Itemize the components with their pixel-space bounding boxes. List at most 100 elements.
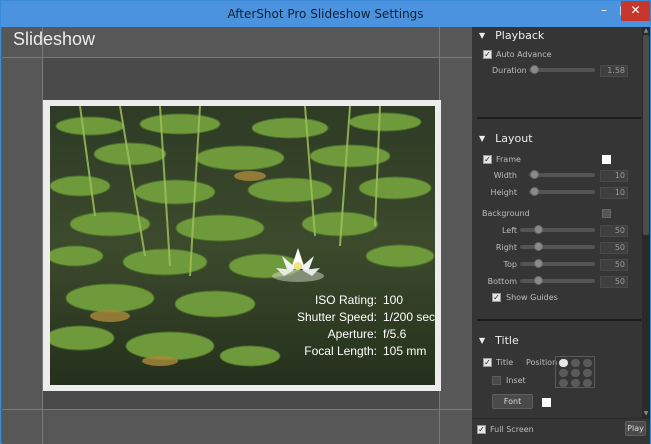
exif-label: Aperture: [327,327,377,341]
exif-label: ISO Rating: [314,293,377,307]
slide-photo: ISO Rating: 100 Shutter Speed: 1/200 sec… [50,106,435,385]
title-color-swatch[interactable] [542,398,551,407]
collapse-triangle-icon: ▼ [479,336,486,345]
left-margin-label: Left [501,226,517,235]
slideshow-settings-window: AfterShot Pro Slideshow Settings – □ ✕ S… [0,0,651,444]
preview-margin-left [2,27,42,444]
top-margin-field[interactable]: 50 [600,259,628,271]
duration-slider[interactable] [529,65,595,74]
height-label: Height [490,188,517,197]
checkmark-icon: ✓ [484,358,491,367]
panel-scrollbar[interactable]: ▲ ▼ [642,27,650,418]
bottom-margin-field[interactable]: 50 [600,276,628,288]
frame-height-field[interactable]: 10 [600,187,628,199]
position-top-left[interactable] [559,359,568,367]
slideshow-heading: Slideshow [13,29,96,49]
exif-overlay: ISO Rating: 100 Shutter Speed: 1/200 sec… [278,292,435,360]
bottom-margin-slider[interactable] [520,276,595,285]
checkmark-icon: ✓ [484,50,491,59]
checkmark-icon: ✓ [484,155,491,164]
show-guides-checkbox[interactable]: ✓ [492,293,501,302]
exif-value: 105 mm [383,344,427,358]
exif-focal-row: Focal Length: 105 mm [278,343,435,360]
frame-width-slider-handle[interactable] [530,170,539,179]
preview-margin-right [440,27,472,444]
auto-advance-label: Auto Advance [496,50,552,59]
exif-value: 1/200 sec [383,310,435,324]
position-middle-left[interactable] [559,369,568,377]
exif-aperture-row: Aperture: f/5.6 [278,326,435,343]
exif-value: f/5.6 [383,327,407,341]
section-divider [477,117,641,119]
exif-label: Focal Length: [304,344,377,358]
photo-frame: ISO Rating: 100 Shutter Speed: 1/200 sec… [43,100,441,391]
full-screen-checkbox[interactable]: ✓ [477,425,486,434]
duration-label: Duration [492,66,527,75]
title-header-label: Title [495,334,519,347]
collapse-triangle-icon: ▼ [479,31,486,40]
playback-header-label: Playback [495,29,545,42]
frame-checkbox[interactable]: ✓ [483,155,492,164]
title-checkbox[interactable]: ✓ [483,358,492,367]
playback-section-header[interactable]: ▼ Playback [479,29,544,42]
left-margin-field[interactable]: 50 [600,225,628,237]
guide-line-top [2,57,472,58]
frame-height-slider-handle[interactable] [530,187,539,196]
duration-value-field[interactable]: 1.58 [600,65,628,77]
scrollbar-thumb[interactable] [643,35,649,235]
collapse-triangle-icon: ▼ [479,134,486,143]
checkmark-icon: ✓ [493,293,500,302]
frame-width-field[interactable]: 10 [600,170,628,182]
scroll-up-arrow-icon[interactable]: ▲ [642,27,650,35]
bottom-margin-slider-handle[interactable] [534,276,543,285]
position-bottom-left[interactable] [559,379,568,387]
title-bar: AfterShot Pro Slideshow Settings – □ ✕ [1,1,650,27]
left-margin-slider-handle[interactable] [534,225,543,234]
layout-header-label: Layout [495,132,533,145]
title-label: Title [496,358,514,367]
scroll-down-arrow-icon[interactable]: ▼ [642,410,650,418]
frame-label: Frame [496,155,521,164]
background-color-swatch[interactable] [602,209,611,218]
window-title: AfterShot Pro Slideshow Settings [227,7,424,21]
background-label: Background [482,209,530,218]
font-button[interactable]: Font [492,394,533,409]
position-middle-right[interactable] [583,369,592,377]
right-margin-slider-handle[interactable] [534,242,543,251]
position-middle-center[interactable] [571,369,580,377]
right-margin-label: Right [495,243,517,252]
title-position-grid [555,356,595,388]
position-top-center[interactable] [571,359,580,367]
inset-label: Inset [506,376,526,385]
layout-section-header[interactable]: ▼ Layout [479,132,533,145]
duration-slider-handle[interactable] [530,65,539,74]
exif-value: 100 [383,293,404,307]
width-label: Width [493,171,517,180]
frame-height-slider[interactable] [529,187,595,196]
checkmark-icon: ✓ [478,425,485,434]
exif-shutter-row: Shutter Speed: 1/200 sec [278,309,435,326]
exif-iso-row: ISO Rating: 100 [278,292,435,309]
top-margin-slider[interactable] [520,259,595,268]
position-top-right[interactable] [583,359,592,367]
right-margin-slider[interactable] [520,242,595,251]
position-label: Position [526,358,558,367]
full-screen-label: Full Screen [490,425,534,434]
frame-width-slider[interactable] [529,170,595,179]
position-bottom-center[interactable] [571,379,580,387]
close-button[interactable]: ✕ [621,1,650,21]
slideshow-preview: Slideshow ISO Rating: 100 Shutter Speed:… [2,27,472,444]
guide-line-bottom [2,409,472,410]
title-section-header[interactable]: ▼ Title [479,334,519,347]
position-bottom-right[interactable] [583,379,592,387]
inset-checkbox[interactable] [492,376,501,385]
right-margin-field[interactable]: 50 [600,242,628,254]
play-button[interactable]: Play [625,421,646,436]
left-margin-slider[interactable] [520,225,595,234]
preview-margin-bottom [2,410,472,444]
section-divider [477,319,641,321]
top-margin-slider-handle[interactable] [534,259,543,268]
frame-color-swatch[interactable] [602,155,611,164]
auto-advance-checkbox[interactable]: ✓ [483,50,492,59]
show-guides-label: Show Guides [506,293,558,302]
